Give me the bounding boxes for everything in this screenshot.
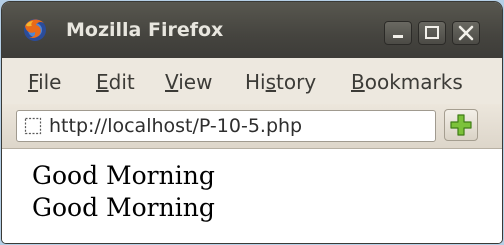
menu-view[interactable]: View (165, 69, 212, 95)
plus-icon (450, 114, 472, 136)
title-bar[interactable]: Mozilla Firefox (2, 2, 502, 58)
greeting-line: Good Morning (32, 161, 215, 190)
page-content: Good Morning Good Morning (2, 149, 502, 243)
navigation-toolbar: http://localhost/P-10-5.php (2, 104, 502, 149)
greeting-line: Good Morning (32, 193, 215, 222)
window-title: Mozilla Firefox (66, 19, 224, 41)
menu-file[interactable]: File (28, 69, 61, 95)
maximize-button[interactable] (418, 21, 446, 45)
url-bar[interactable]: http://localhost/P-10-5.php (16, 110, 436, 142)
menu-edit[interactable]: Edit (96, 69, 135, 95)
close-icon (458, 25, 474, 41)
maximize-icon (425, 26, 439, 39)
minimize-icon (393, 35, 403, 38)
blank-page-icon (24, 117, 42, 135)
menu-bookmarks[interactable]: Bookmarks (351, 69, 463, 95)
menu-bar: File Edit View History Bookmarks (2, 58, 502, 104)
firefox-icon (24, 19, 46, 41)
close-button[interactable] (452, 21, 480, 45)
browser-window: Mozilla Firefox File Edit View History B… (2, 2, 502, 243)
new-tab-button[interactable] (444, 109, 478, 141)
minimize-button[interactable] (384, 21, 412, 45)
url-text[interactable]: http://localhost/P-10-5.php (49, 112, 302, 140)
menu-history[interactable]: History (245, 69, 316, 95)
